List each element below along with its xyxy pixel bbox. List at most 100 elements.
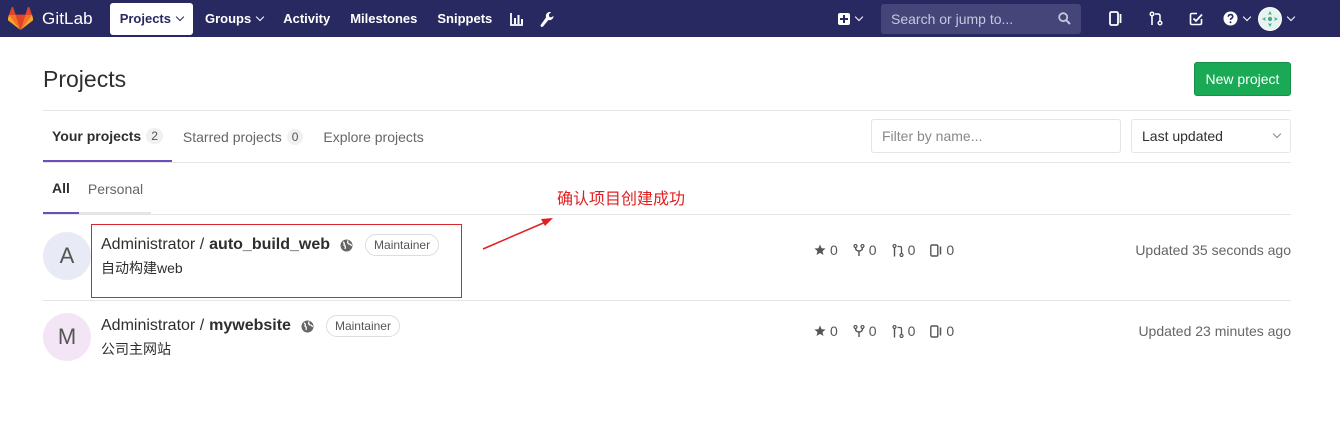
issues-icon [930,324,942,338]
project-stats: 0 0 0 0 [814,242,969,258]
project-avatar[interactable]: M [43,313,91,361]
role-badge: Maintainer [325,315,400,337]
fork-icon [853,243,865,256]
merge-request-icon [891,324,904,338]
project-name: mywebsite [209,317,291,334]
role-badge: Maintainer [365,234,440,256]
star-icon [814,244,826,255]
subtab-personal[interactable]: Personal [79,163,152,214]
stars-value: 0 [830,242,838,258]
search-icon [1058,12,1071,25]
project-avatar[interactable]: A [43,232,91,280]
gitlab-logo-icon [8,7,33,30]
issues-count[interactable]: 0 [930,242,954,258]
subtab-all[interactable]: All [43,163,79,214]
nav-milestones[interactable]: Milestones [340,3,427,35]
annotation-text: 确认项目创建成功 [557,191,686,208]
project-tabs: Your projects 2 Starred projects 0 Explo… [43,111,435,162]
filter-placeholder: Filter by name... [882,128,983,144]
issues-value: 0 [946,242,955,258]
chevron-down-icon [175,12,185,22]
nav-snippets[interactable]: Snippets [427,3,502,35]
avatar-letter: A [59,243,75,268]
nav-groups-label: Groups [205,11,252,26]
issues-count[interactable]: 0 [930,323,954,339]
project-row[interactable]: M Administrator / mywebsite Maintainer 公… [43,299,1291,380]
tab-starred-projects[interactable]: Starred projects 0 [174,111,313,162]
merge-requests-count[interactable]: 0 [891,242,916,258]
nav-milestones-label: Milestones [350,11,418,26]
project-title-link[interactable]: Administrator / auto_build_web Maintaine… [101,234,440,256]
nav-activity-label: Activity [283,11,331,26]
fork-icon [853,324,865,337]
gitlab-home-link[interactable]: GitLab [8,0,93,37]
user-menu-button[interactable] [1256,3,1296,35]
tab-label: Your projects [52,127,142,144]
project-title-link[interactable]: Administrator / mywebsite Maintainer [101,315,400,337]
merge-requests-value: 0 [907,242,916,258]
search-placeholder: Search or jump to... [891,10,1014,27]
wrench-icon [540,11,554,27]
new-project-button[interactable]: New project [1194,62,1291,96]
issues-icon [1109,11,1122,26]
count-badge: 2 [146,127,163,144]
project-row[interactable]: A Administrator / auto_build_web Maintai… [43,218,1291,299]
stars-count[interactable]: 0 [814,323,838,339]
forks-count[interactable]: 0 [853,242,877,258]
star-icon [814,325,826,336]
chevron-down-icon [255,12,265,22]
tab-explore-projects[interactable]: Explore projects [314,111,432,162]
project-namespace: Administrator / [101,317,205,334]
merge-requests-count[interactable]: 0 [891,323,916,339]
chart-icon [510,12,524,26]
new-dropdown-button[interactable] [838,12,864,25]
sort-value: Last updated [1142,128,1223,144]
stars-value: 0 [830,323,838,339]
identicon-icon [1262,10,1278,27]
avatar-letter: M [57,324,77,349]
tab-your-projects[interactable]: Your projects 2 [43,111,172,162]
todo-check-icon [1189,12,1203,25]
plus-icon [838,12,850,25]
tab-label: Explore projects [323,128,424,145]
project-description: 公司主网站 [101,341,171,357]
stars-count[interactable]: 0 [814,242,838,258]
sort-dropdown[interactable]: Last updated [1131,119,1291,153]
merge-requests-nav-button[interactable] [1136,3,1176,35]
nav-activity[interactable]: Activity [273,3,340,35]
nav-snippets-label: Snippets [437,11,493,26]
count-badge: 0 [286,128,304,145]
page-title: Projects [43,66,127,92]
updated-time: Updated 23 minutes ago [1138,323,1291,339]
filter-subtabs: All Personal [43,163,152,214]
user-avatar [1258,6,1282,31]
forks-count[interactable]: 0 [853,323,877,339]
project-stats: 0 0 0 0 [814,323,969,339]
globe-icon [340,239,353,252]
divider [43,214,1291,215]
issues-nav-button[interactable] [1096,3,1136,35]
merge-request-icon [891,243,904,257]
todos-nav-button[interactable] [1176,3,1216,35]
issues-value: 0 [946,323,955,339]
help-dropdown-button[interactable] [1216,3,1256,35]
merge-requests-value: 0 [907,323,916,339]
merge-request-icon [1149,11,1163,26]
updated-time: Updated 35 seconds ago [1135,242,1291,258]
nav-admin-charts[interactable] [502,3,532,35]
forks-value: 0 [868,323,877,339]
filter-by-name-input[interactable]: Filter by name... [871,119,1121,153]
nav-groups[interactable]: Groups [195,3,273,35]
nav-projects[interactable]: Projects [109,2,193,35]
top-navbar: GitLab Projects Groups Activity Mileston… [0,0,1340,37]
chevron-down-icon [1286,12,1296,22]
search-input[interactable]: Search or jump to... [881,3,1081,34]
project-name: auto_build_web [209,236,331,253]
nav-admin-area[interactable] [532,3,562,35]
chevron-down-icon [1272,129,1282,139]
forks-value: 0 [868,242,877,258]
project-description: 自动构建web [101,260,183,276]
globe-icon [301,320,314,333]
chevron-down-icon [854,12,864,22]
question-circle-icon [1223,11,1237,26]
